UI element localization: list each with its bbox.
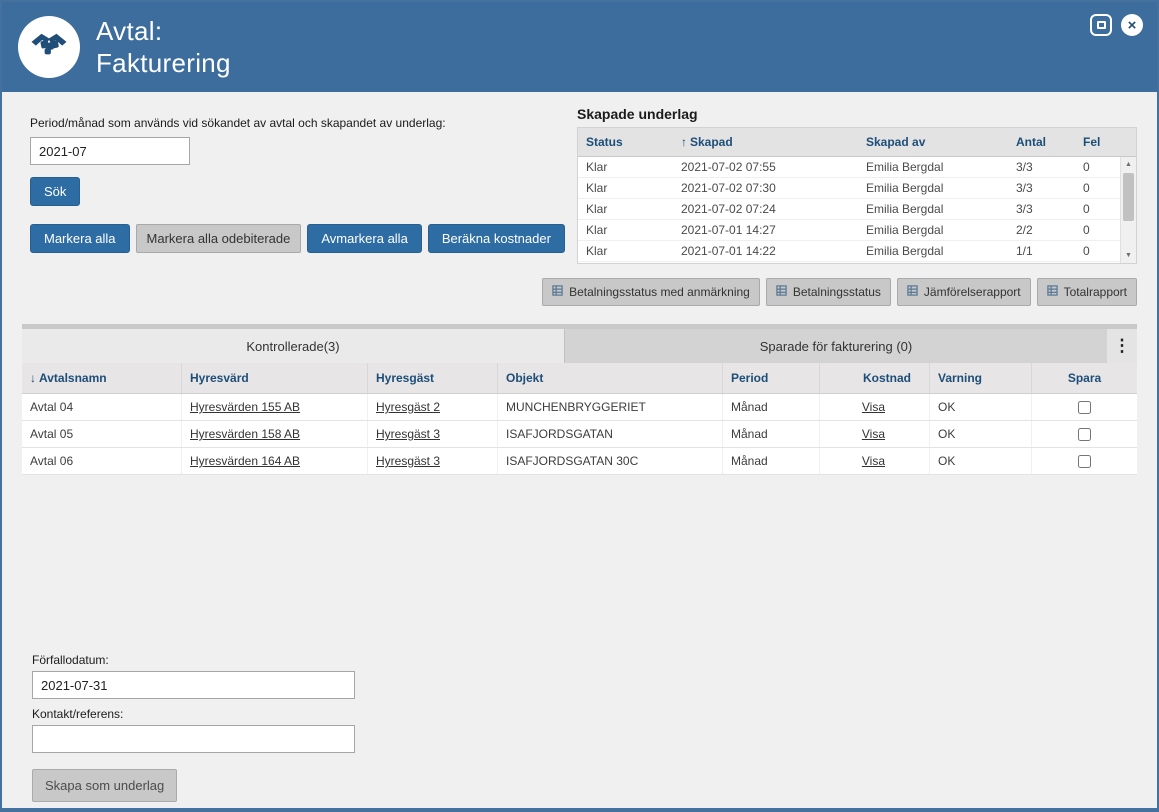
column-header-varning[interactable]: Varning (930, 363, 1032, 393)
varning-status: OK (930, 394, 1032, 420)
close-icon: × (1128, 18, 1137, 33)
period-label: Period/månad som används vid sökandet av… (30, 116, 577, 130)
kebab-menu-icon: ⋮ (1114, 336, 1131, 356)
contract-row[interactable]: Avtal 05 Hyresvärden 158 AB Hyresgäst 3 … (22, 421, 1137, 448)
invoice-footer-form: Förfallodatum: Kontakt/referens: Skapa s… (22, 653, 1137, 802)
column-header-hyresgast[interactable]: Hyresgäst (368, 363, 498, 393)
page-title: Avtal: Fakturering (96, 15, 231, 80)
select-all-unbilled-button[interactable]: Markera alla odebiterade (136, 224, 302, 253)
create-underlag-button[interactable]: Skapa som underlag (32, 769, 177, 802)
column-header-skapad[interactable]: ↑Skapad (673, 128, 858, 156)
tab-area: Kontrollerade(3) Sparade för fakturering… (22, 324, 1137, 363)
column-header-fel[interactable]: Fel (1075, 128, 1136, 156)
page-title-line2: Fakturering (96, 47, 231, 80)
column-header-spara[interactable]: Spara (1032, 363, 1137, 393)
maximize-icon (1097, 21, 1106, 29)
contract-row[interactable]: Avtal 04 Hyresvärden 155 AB Hyresgäst 2 … (22, 394, 1137, 421)
report-buttons: Betalningsstatus med anmärkning Betalnin… (577, 278, 1137, 306)
created-documents-row[interactable]: Klar 2021-07-01 14:27 Emilia Bergdal 2/2… (578, 220, 1120, 241)
report-grid-icon (552, 285, 563, 299)
selection-buttons: Markera alla Markera alla odebiterade Av… (30, 224, 577, 253)
search-button[interactable]: Sök (30, 177, 80, 206)
spara-checkbox[interactable] (1078, 401, 1091, 414)
main-content: Period/månad som används vid sökandet av… (2, 92, 1157, 808)
vertical-scrollbar[interactable]: ▲ ▼ (1120, 157, 1136, 263)
select-all-button[interactable]: Markera alla (30, 224, 130, 253)
app-header: Avtal: Fakturering × (2, 2, 1157, 92)
sort-ascending-icon: ↑ (681, 135, 687, 149)
created-documents-row[interactable]: Klar 2021-07-02 07:24 Emilia Bergdal 3/3… (578, 199, 1120, 220)
due-date-input[interactable] (32, 671, 355, 699)
created-documents-table: Status ↑Skapad Skapad av Antal Fel Klar … (577, 127, 1137, 264)
created-documents-row[interactable]: Klar 2021-07-02 07:55 Emilia Bergdal 3/3… (578, 157, 1120, 178)
column-header-period[interactable]: Period (723, 363, 820, 393)
created-documents-panel: Skapade underlag Status ↑Skapad Skapad a… (577, 102, 1137, 306)
comparison-report-button[interactable]: Jämförelserapport (897, 278, 1031, 306)
varning-status: OK (930, 421, 1032, 447)
report-grid-icon (776, 285, 787, 299)
hyresgast-link[interactable]: Hyresgäst 2 (376, 400, 440, 414)
column-header-avtalsnamn[interactable]: ↓Avtalsnamn (22, 363, 182, 393)
close-button[interactable]: × (1121, 14, 1143, 36)
hyresvard-link[interactable]: Hyresvärden 158 AB (190, 427, 300, 441)
visa-kostnad-link[interactable]: Visa (862, 427, 885, 441)
top-section: Period/månad som används vid sökandet av… (22, 102, 1137, 306)
created-documents-header: Status ↑Skapad Skapad av Antal Fel (578, 128, 1136, 157)
deselect-all-button[interactable]: Avmarkera alla (307, 224, 421, 253)
column-header-status[interactable]: Status (578, 128, 673, 156)
report-grid-icon (907, 285, 918, 299)
calculate-costs-button[interactable]: Beräkna kostnader (428, 224, 565, 253)
app-window: Avtal: Fakturering × Period/månad som an… (0, 0, 1159, 812)
scroll-up-icon[interactable]: ▲ (1121, 157, 1136, 172)
column-header-skapad-av[interactable]: Skapad av (858, 128, 1008, 156)
handshake-icon (29, 25, 69, 70)
hyresgast-link[interactable]: Hyresgäst 3 (376, 427, 440, 441)
varning-status: OK (930, 448, 1032, 474)
created-documents-title: Skapade underlag (577, 106, 1137, 122)
hyresgast-link[interactable]: Hyresgäst 3 (376, 454, 440, 468)
contracts-header: ↓Avtalsnamn Hyresvärd Hyresgäst Objekt P… (22, 363, 1137, 394)
tab-bar: Kontrollerade(3) Sparade för fakturering… (22, 329, 1137, 363)
hyresvard-link[interactable]: Hyresvärden 155 AB (190, 400, 300, 414)
spara-checkbox[interactable] (1078, 455, 1091, 468)
created-documents-row[interactable]: Klar 2021-07-01 14:22 Emilia Bergdal 1/1… (578, 241, 1120, 262)
column-header-objekt[interactable]: Objekt (498, 363, 723, 393)
visa-kostnad-link[interactable]: Visa (862, 454, 885, 468)
column-header-kostnad[interactable]: Kostnad (820, 363, 930, 393)
scroll-down-icon[interactable]: ▼ (1121, 248, 1136, 263)
tab-menu-button[interactable]: ⋮ (1107, 329, 1137, 363)
page-title-line1: Avtal: (96, 15, 231, 48)
period-panel: Period/månad som används vid sökandet av… (22, 102, 577, 253)
tab-sparade-for-fakturering[interactable]: Sparade för fakturering (0) (564, 329, 1107, 363)
payment-status-button[interactable]: Betalningsstatus (766, 278, 891, 306)
created-documents-row[interactable]: Klar 2021-07-02 07:30 Emilia Bergdal 3/3… (578, 178, 1120, 199)
created-documents-body: Klar 2021-07-02 07:55 Emilia Bergdal 3/3… (578, 157, 1120, 263)
maximize-button[interactable] (1090, 14, 1112, 36)
hyresvard-link[interactable]: Hyresvärden 164 AB (190, 454, 300, 468)
scrollbar-thumb[interactable] (1123, 173, 1134, 221)
window-controls: × (1090, 14, 1143, 36)
contracts-table: ↓Avtalsnamn Hyresvärd Hyresgäst Objekt P… (22, 363, 1137, 475)
app-logo (18, 16, 80, 78)
period-input[interactable] (30, 137, 190, 165)
contract-row[interactable]: Avtal 06 Hyresvärden 164 AB Hyresgäst 3 … (22, 448, 1137, 475)
contact-reference-input[interactable] (32, 725, 355, 753)
sort-descending-icon: ↓ (30, 371, 36, 385)
contact-reference-label: Kontakt/referens: (32, 707, 1137, 721)
tab-kontrollerade[interactable]: Kontrollerade(3) (22, 329, 564, 363)
total-report-button[interactable]: Totalrapport (1037, 278, 1137, 306)
payment-status-with-remark-button[interactable]: Betalningsstatus med anmärkning (542, 278, 760, 306)
report-grid-icon (1047, 285, 1058, 299)
column-header-hyresvard[interactable]: Hyresvärd (182, 363, 368, 393)
due-date-label: Förfallodatum: (32, 653, 1137, 667)
spara-checkbox[interactable] (1078, 428, 1091, 441)
visa-kostnad-link[interactable]: Visa (862, 400, 885, 414)
column-header-antal[interactable]: Antal (1008, 128, 1075, 156)
